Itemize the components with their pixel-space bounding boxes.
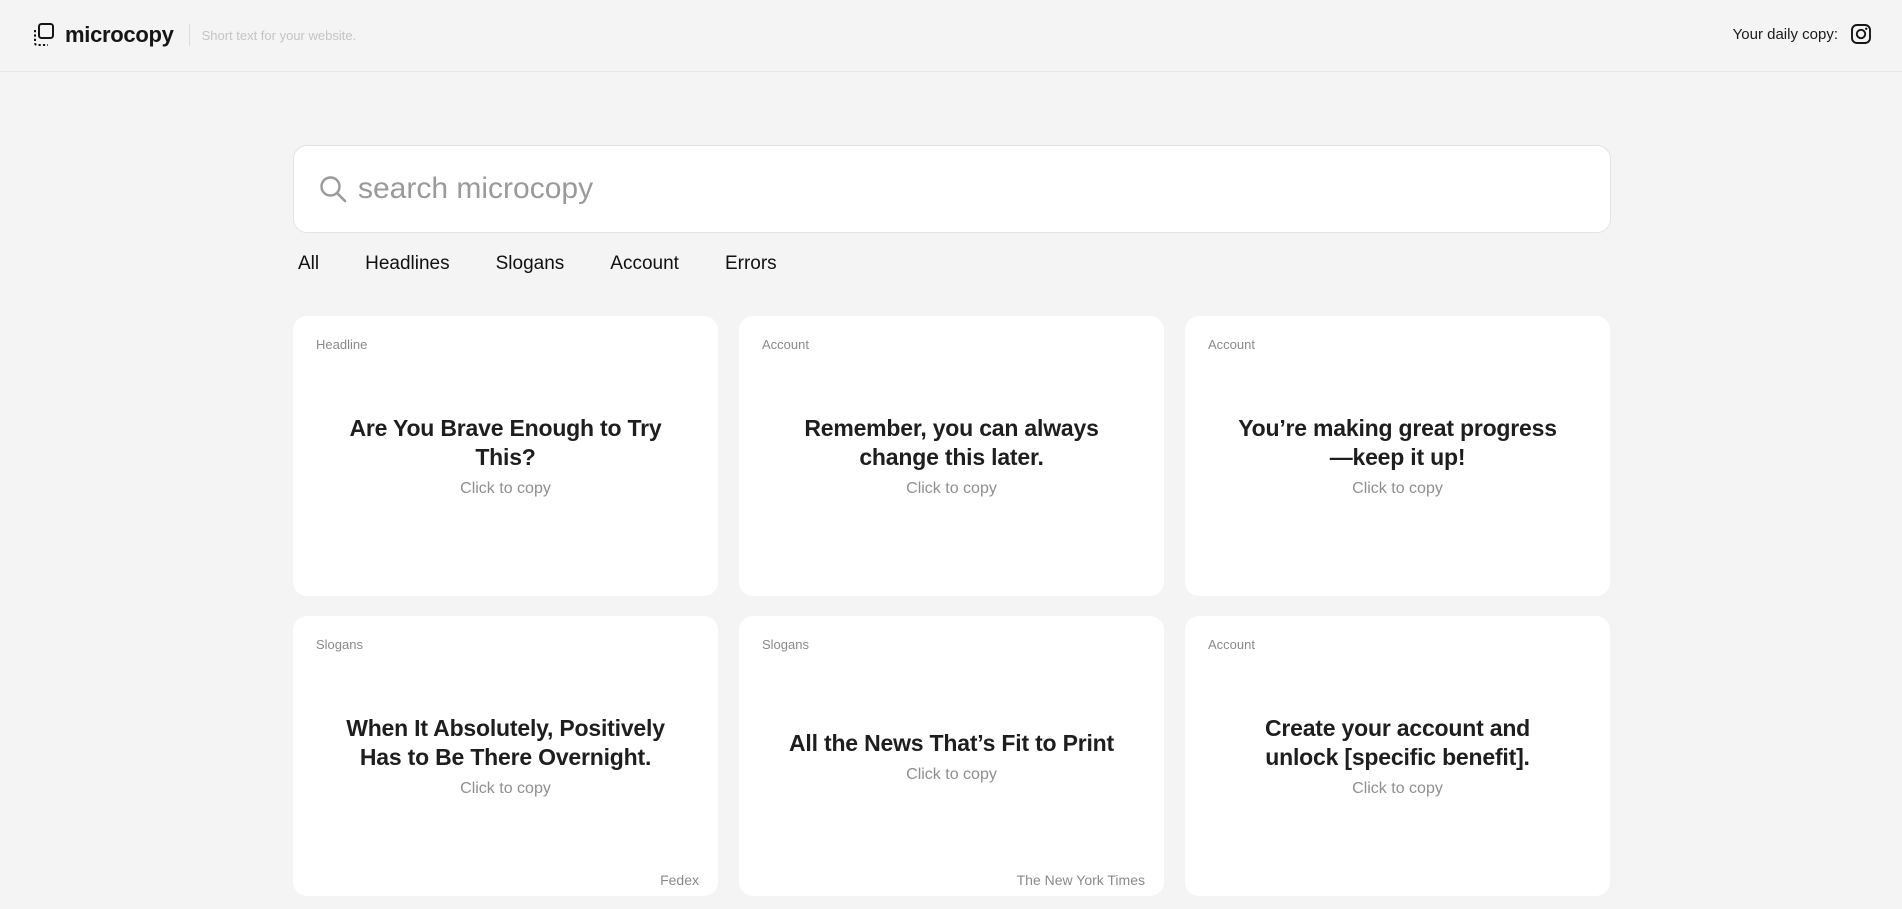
instagram-icon[interactable] [1850,23,1872,45]
brand-name: microcopy [65,22,174,47]
card-copy-text: Remember, you can always change this lat… [804,415,1099,470]
tab-headlines[interactable]: Headlines [365,253,450,275]
copy-card[interactable]: Slogans When It Absolutely, Positively H… [293,616,718,896]
card-body: Are You Brave Enough to Try This? Click … [323,316,688,596]
card-copy-text: All the News That’s Fit to Print [789,729,1114,756]
card-source: Fedex [660,872,699,888]
card-copy-text: You’re making great progress—keep it up! [1238,415,1557,470]
click-to-copy-hint: Click to copy [1352,780,1443,797]
search-input[interactable] [358,164,1558,214]
card-source: The New York Times [1016,872,1145,888]
click-to-copy-hint: Click to copy [460,780,551,797]
tab-all[interactable]: All [298,253,319,275]
tab-errors[interactable]: Errors [725,253,777,275]
card-copy-text: Are You Brave Enough to Try This? [349,415,662,470]
copy-card[interactable]: Account Remember, you can always change … [739,316,1164,596]
card-copy-text: When It Absolutely, Positively Has to Be… [346,715,665,770]
brand[interactable]: microcopy Short text for your website. [32,18,356,52]
category-tabs: All Headlines Slogans Account Errors [298,250,823,278]
daily-copy: Your daily copy: [1733,20,1872,48]
card-body: You’re making great progress—keep it up!… [1215,316,1580,596]
copy-card[interactable]: Slogans All the News That’s Fit to Print… [739,616,1164,896]
brand-divider [188,24,190,46]
copy-card[interactable]: Headline Are You Brave Enough to Try Thi… [293,316,718,596]
tab-slogans[interactable]: Slogans [496,253,565,275]
card-copy-text: Create your account and unlock [specific… [1264,715,1531,770]
search-bar[interactable] [293,145,1611,233]
click-to-copy-hint: Click to copy [906,480,997,497]
copy-card[interactable]: Account You’re making great progress—kee… [1185,316,1610,596]
brand-tagline: Short text for your website. [201,27,357,43]
click-to-copy-hint: Click to copy [460,480,551,497]
copy-card[interactable]: Account Create your account and unlock [… [1185,616,1610,896]
tab-account[interactable]: Account [610,253,679,275]
click-to-copy-hint: Click to copy [906,765,997,783]
card-body: Remember, you can always change this lat… [769,316,1134,596]
daily-copy-label: Your daily copy: [1732,25,1838,43]
click-to-copy-hint: Click to copy [1352,480,1443,497]
copy-card-grid: Headline Are You Brave Enough to Try Thi… [293,316,1611,896]
copy-logo-icon [34,23,54,46]
card-body: All the News That’s Fit to Print Click t… [769,616,1134,896]
card-body: When It Absolutely, Positively Has to Be… [323,616,688,896]
top-bar: microcopy Short text for your website. Y… [0,0,1902,72]
search-icon [320,176,347,203]
card-body: Create your account and unlock [specific… [1215,616,1580,896]
